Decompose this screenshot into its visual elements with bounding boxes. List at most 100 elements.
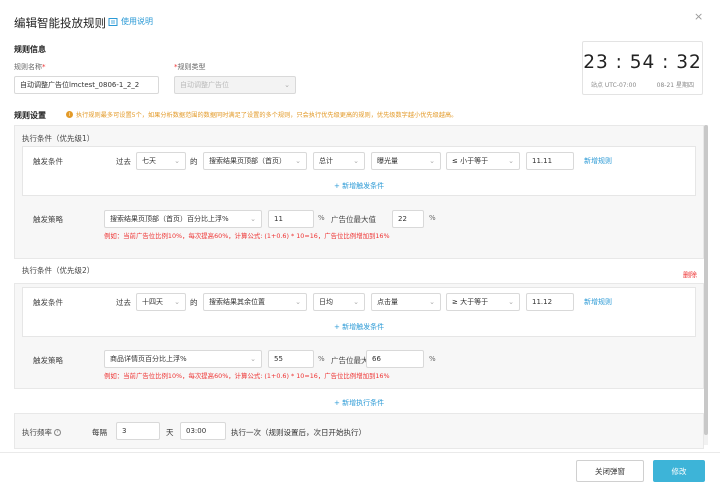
aggregate-value: 日均 xyxy=(319,298,333,306)
add-rule-link[interactable]: 新增规则 xyxy=(584,297,612,307)
site-clock: 23 : 54 : 32 站点 UTC-07:00 08-21 星期四 xyxy=(582,41,703,95)
time-input[interactable]: 03:00 xyxy=(180,422,226,440)
settings-warning-text: 执行规则最多可设置5个，如果分析数据范围的数据同时满足了设置的多个规则，只会执行… xyxy=(76,112,458,119)
clock-zone: 站点 UTC-07:00 xyxy=(591,82,637,89)
aggregate-select[interactable]: 日均 ⌄ xyxy=(313,293,365,311)
rule-name-input[interactable]: 自动调整广告位lmctest_0806-1_2_2 xyxy=(14,76,159,94)
rule-name-label: 规则名称* xyxy=(14,62,46,72)
period-value: 十四天 xyxy=(142,298,163,306)
trigger-label: 触发条件 xyxy=(33,298,63,307)
scrollbar-thumb[interactable] xyxy=(704,125,708,435)
strategy-value: 搜索结果页顶部（首页）百分比上浮% xyxy=(110,215,229,223)
book-icon xyxy=(108,17,118,26)
chevron-down-icon: ⌄ xyxy=(295,157,301,165)
metric-select[interactable]: 曝光量 ⌄ xyxy=(371,152,441,170)
max-unit: % xyxy=(429,214,436,222)
rule-info-heading: 规则信息 xyxy=(14,45,46,54)
past-label: 过去 xyxy=(116,157,131,166)
strategy-label: 触发策略 xyxy=(33,215,63,224)
chevron-down-icon: ⌄ xyxy=(250,355,256,363)
days-input[interactable]: 3 xyxy=(116,422,160,440)
help-circle-icon: ? xyxy=(54,429,61,436)
operator-select[interactable]: ≤ 小于等于 ⌄ xyxy=(446,152,520,170)
rule-name-label-text: 规则名称 xyxy=(14,63,42,71)
percent-input[interactable]: 11 xyxy=(268,210,314,228)
placement-value: 搜索结果页顶部（首页） xyxy=(209,157,286,165)
clock-date: 08-21 星期四 xyxy=(656,82,694,89)
threshold-input[interactable]: 11.12 xyxy=(526,293,574,311)
frequency-suffix: 执行一次（规则设置后，次日开始执行） xyxy=(231,428,366,437)
chevron-down-icon: ⌄ xyxy=(295,298,301,306)
strategy-hint: 例如：当前广告位比例10%，每次提高60%，计算公式: (1+0.6) * 10… xyxy=(104,232,390,240)
required-mark: * xyxy=(42,63,46,71)
days-unit: 天 xyxy=(166,428,174,437)
frequency-label: 执行频率 ? xyxy=(22,427,61,438)
close-icon[interactable]: × xyxy=(694,10,703,23)
percent-unit: % xyxy=(318,214,325,222)
strategy-hint: 例如：当前广告位比例10%，每次提高60%，计算公式: (1+0.6) * 10… xyxy=(104,372,390,380)
operator-select[interactable]: ≥ 大于等于 ⌄ xyxy=(446,293,520,311)
chevron-down-icon: ⌄ xyxy=(429,298,435,306)
strategy-value: 商品详情页百分比上浮% xyxy=(110,355,187,363)
chevron-down-icon: ⌄ xyxy=(353,157,359,165)
of-label: 的 xyxy=(190,157,198,166)
chevron-down-icon: ⌄ xyxy=(429,157,435,165)
past-label: 过去 xyxy=(116,298,131,307)
clock-time: 23 : 54 : 32 xyxy=(583,52,702,73)
placement-value: 搜索结果其余位置 xyxy=(209,298,265,306)
metric-value: 曝光量 xyxy=(377,157,398,165)
add-trigger-link[interactable]: + 新增触发条件 xyxy=(334,322,384,332)
submit-button[interactable]: 修改 xyxy=(653,460,705,482)
settings-warning: i 执行规则最多可设置5个，如果分析数据范围的数据同时满足了设置的多个规则，只会… xyxy=(66,110,457,119)
chevron-down-icon: ⌄ xyxy=(250,215,256,223)
period-select[interactable]: 十四天 ⌄ xyxy=(136,293,186,311)
threshold-input[interactable]: 11.11 xyxy=(526,152,574,170)
chevron-down-icon: ⌄ xyxy=(284,81,290,89)
rule-type-select: 自动调整广告位 ⌄ xyxy=(174,76,296,94)
percent-input[interactable]: 55 xyxy=(268,350,314,368)
chevron-down-icon: ⌄ xyxy=(508,157,514,165)
condition-1-title: 执行条件（优先级1） xyxy=(22,134,95,143)
max-unit: % xyxy=(429,355,436,363)
info-icon: i xyxy=(66,111,73,118)
rule-settings-heading: 规则设置 xyxy=(14,111,46,120)
metric-value: 点击量 xyxy=(377,298,398,306)
strategy-select[interactable]: 商品详情页百分比上浮% ⌄ xyxy=(104,350,262,368)
period-select[interactable]: 七天 ⌄ xyxy=(136,152,186,170)
max-value-input[interactable]: 22 xyxy=(392,210,424,228)
delete-condition-link[interactable]: 删除 xyxy=(683,270,697,280)
rule-type-label-text: 规则类型 xyxy=(177,63,206,71)
rule-type-value: 自动调整广告位 xyxy=(180,81,229,89)
frequency-label-text: 执行频率 xyxy=(22,428,52,437)
add-rule-link[interactable]: 新增规则 xyxy=(584,156,612,166)
chevron-down-icon: ⌄ xyxy=(174,157,180,165)
close-dialog-button[interactable]: 关闭弹窗 xyxy=(576,460,644,482)
trigger-label: 触发条件 xyxy=(33,157,63,166)
help-link-label: 使用说明 xyxy=(121,17,153,26)
of-label: 的 xyxy=(190,298,198,307)
help-link[interactable]: 使用说明 xyxy=(108,16,153,27)
add-condition-link[interactable]: + 新增执行条件 xyxy=(334,398,384,408)
metric-select[interactable]: 点击量 ⌄ xyxy=(371,293,441,311)
percent-unit: % xyxy=(318,355,325,363)
chevron-down-icon: ⌄ xyxy=(174,298,180,306)
max-value-label: 广告位最大值 xyxy=(331,215,376,224)
max-value-input[interactable]: 66 xyxy=(366,350,424,368)
footer-divider xyxy=(0,452,720,453)
operator-value: ≤ 小于等于 xyxy=(452,157,489,165)
period-value: 七天 xyxy=(142,157,156,165)
rule-type-label: *规则类型 xyxy=(174,62,206,72)
strategy-select[interactable]: 搜索结果页顶部（首页）百分比上浮% ⌄ xyxy=(104,210,262,228)
strategy-label: 触发策略 xyxy=(33,356,63,365)
aggregate-value: 总计 xyxy=(319,157,333,165)
aggregate-select[interactable]: 总计 ⌄ xyxy=(313,152,365,170)
chevron-down-icon: ⌄ xyxy=(508,298,514,306)
chevron-down-icon: ⌄ xyxy=(353,298,359,306)
condition-2-title: 执行条件（优先级2） xyxy=(22,266,95,275)
placement-select[interactable]: 搜索结果页顶部（首页） ⌄ xyxy=(203,152,307,170)
dialog-title: 编辑智能投放规则 xyxy=(14,16,106,30)
every-label: 每隔 xyxy=(92,428,107,437)
operator-value: ≥ 大于等于 xyxy=(452,298,489,306)
placement-select[interactable]: 搜索结果其余位置 ⌄ xyxy=(203,293,307,311)
add-trigger-link[interactable]: + 新增触发条件 xyxy=(334,181,384,191)
